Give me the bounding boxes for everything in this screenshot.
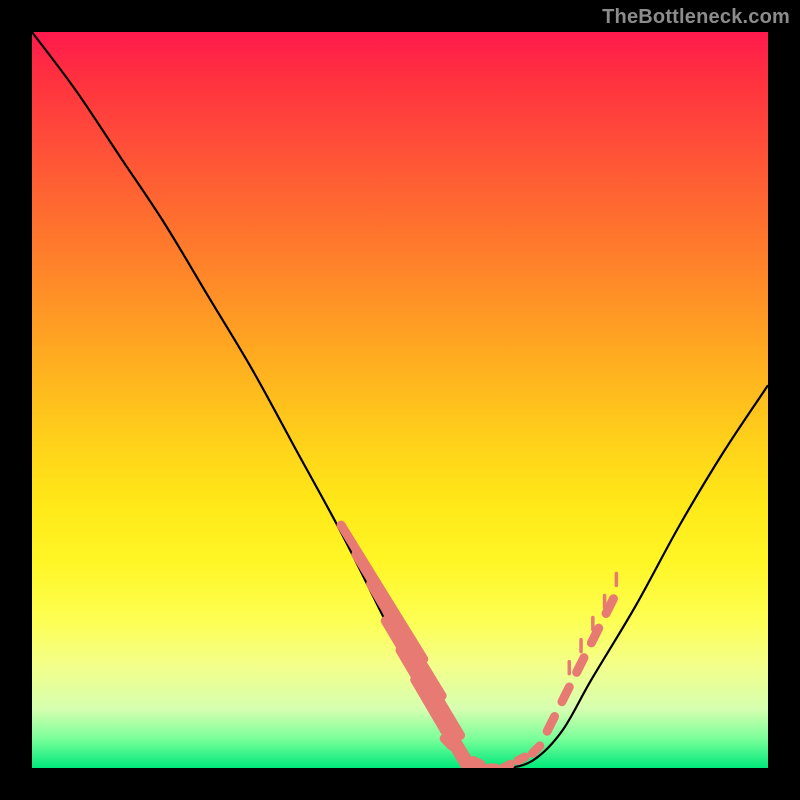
plot-area [32, 32, 768, 768]
optimal-range-dashes [341, 525, 616, 768]
watermark-text: TheBottleneck.com [602, 6, 790, 29]
curve-svg [32, 32, 768, 768]
chart-frame: TheBottleneck.com [0, 0, 800, 800]
